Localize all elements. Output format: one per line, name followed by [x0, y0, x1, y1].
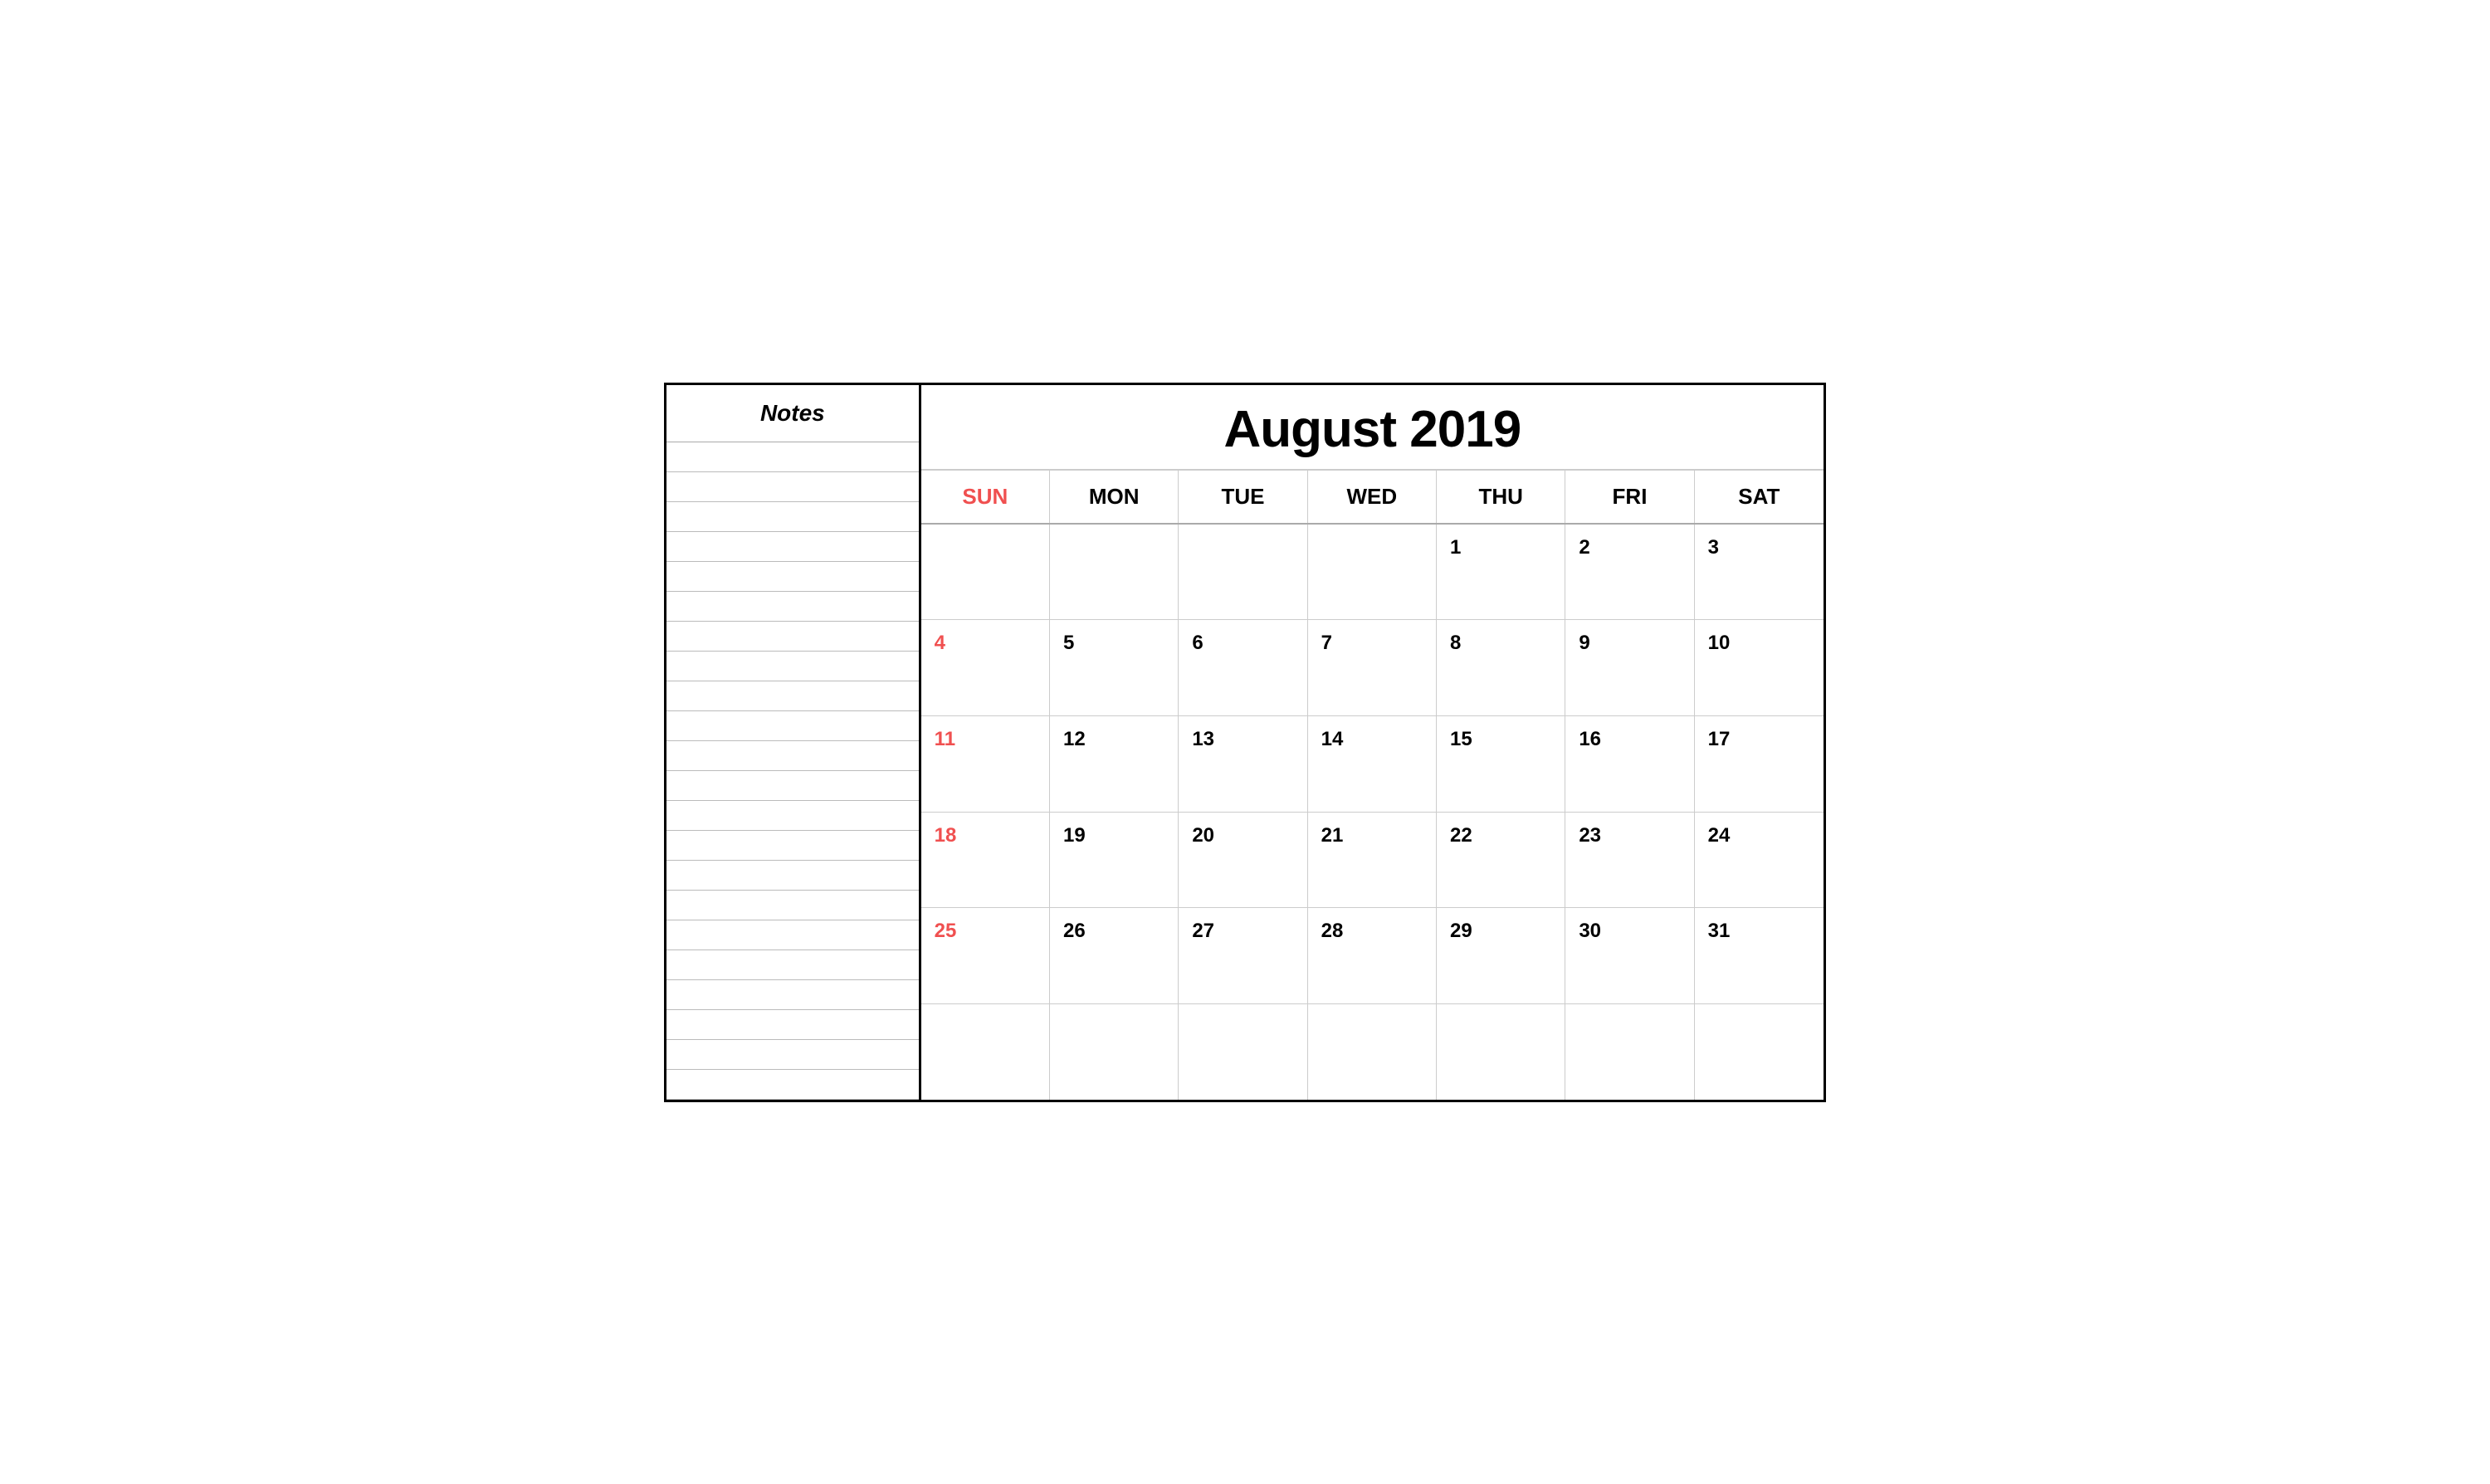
day-cell-15: 15: [1437, 716, 1565, 812]
day-cell-2: 2: [1565, 525, 1694, 620]
notes-line[interactable]: [666, 532, 919, 562]
day-cell-empty: [1308, 1004, 1437, 1100]
day-cell-25: 25: [921, 908, 1050, 1003]
day-cell-24: 24: [1695, 813, 1824, 908]
notes-section: Notes: [666, 385, 921, 1100]
day-cell-7: 7: [1308, 620, 1437, 715]
day-cell-empty: [1437, 1004, 1565, 1100]
day-header-mon: MON: [1050, 471, 1179, 523]
notes-line[interactable]: [666, 950, 919, 980]
day-cell-3: 3: [1695, 525, 1824, 620]
day-cell-31: 31: [1695, 908, 1824, 1003]
day-cell-13: 13: [1179, 716, 1307, 812]
day-cell-20: 20: [1179, 813, 1307, 908]
day-cell-5: 5: [1050, 620, 1179, 715]
notes-line[interactable]: [666, 1070, 919, 1100]
notes-line[interactable]: [666, 472, 919, 502]
notes-line[interactable]: [666, 771, 919, 801]
day-cell-empty: [1565, 1004, 1694, 1100]
calendar-section: August 2019 SUNMONTUEWEDTHUFRISAT 123456…: [921, 385, 1824, 1100]
day-header-thu: THU: [1437, 471, 1565, 523]
day-header-sat: SAT: [1695, 471, 1824, 523]
day-cell-11: 11: [921, 716, 1050, 812]
week-row-2: 11121314151617: [921, 716, 1824, 813]
day-cell-4: 4: [921, 620, 1050, 715]
notes-line[interactable]: [666, 1040, 919, 1070]
day-header-tue: TUE: [1179, 471, 1307, 523]
notes-line[interactable]: [666, 920, 919, 950]
day-cell-22: 22: [1437, 813, 1565, 908]
day-cell-empty: [1050, 1004, 1179, 1100]
day-cell-empty: [1308, 525, 1437, 620]
day-cell-empty: [1179, 1004, 1307, 1100]
notes-lines: [666, 442, 919, 1100]
notes-line[interactable]: [666, 831, 919, 861]
day-cell-19: 19: [1050, 813, 1179, 908]
week-row-5: [921, 1004, 1824, 1100]
notes-line[interactable]: [666, 622, 919, 652]
day-cell-14: 14: [1308, 716, 1437, 812]
day-cell-28: 28: [1308, 908, 1437, 1003]
calendar-title: August 2019: [921, 385, 1824, 471]
day-cell-23: 23: [1565, 813, 1694, 908]
day-cell-17: 17: [1695, 716, 1824, 812]
day-cell-9: 9: [1565, 620, 1694, 715]
day-headers-row: SUNMONTUEWEDTHUFRISAT: [921, 471, 1824, 525]
day-cell-26: 26: [1050, 908, 1179, 1003]
day-cell-18: 18: [921, 813, 1050, 908]
day-cell-27: 27: [1179, 908, 1307, 1003]
day-cell-16: 16: [1565, 716, 1694, 812]
notes-line[interactable]: [666, 741, 919, 771]
notes-line[interactable]: [666, 861, 919, 891]
day-header-wed: WED: [1308, 471, 1437, 523]
day-cell-29: 29: [1437, 908, 1565, 1003]
notes-line[interactable]: [666, 652, 919, 681]
day-cell-30: 30: [1565, 908, 1694, 1003]
day-cell-empty: [1695, 1004, 1824, 1100]
notes-line[interactable]: [666, 592, 919, 622]
day-cell-empty: [1050, 525, 1179, 620]
day-header-sun: SUN: [921, 471, 1050, 523]
week-row-0: 123: [921, 525, 1824, 621]
notes-line[interactable]: [666, 681, 919, 711]
notes-line[interactable]: [666, 980, 919, 1010]
notes-line[interactable]: [666, 711, 919, 741]
day-cell-empty: [921, 1004, 1050, 1100]
day-cell-empty: [1179, 525, 1307, 620]
week-row-1: 45678910: [921, 620, 1824, 716]
notes-header: Notes: [666, 385, 919, 442]
notes-line[interactable]: [666, 1010, 919, 1040]
day-cell-6: 6: [1179, 620, 1307, 715]
calendar-grid: SUNMONTUEWEDTHUFRISAT 123456789101112131…: [921, 471, 1824, 1100]
day-cell-12: 12: [1050, 716, 1179, 812]
calendar-page: Notes August 2019 SUNMONTUEWEDTHUFRISAT …: [664, 383, 1826, 1102]
day-cell-empty: [921, 525, 1050, 620]
day-cell-21: 21: [1308, 813, 1437, 908]
day-cell-8: 8: [1437, 620, 1565, 715]
day-cell-1: 1: [1437, 525, 1565, 620]
notes-line[interactable]: [666, 891, 919, 920]
notes-line[interactable]: [666, 562, 919, 592]
notes-line[interactable]: [666, 801, 919, 831]
weeks-container: 1234567891011121314151617181920212223242…: [921, 525, 1824, 1100]
day-cell-10: 10: [1695, 620, 1824, 715]
week-row-4: 25262728293031: [921, 908, 1824, 1004]
week-row-3: 18192021222324: [921, 813, 1824, 909]
notes-line[interactable]: [666, 442, 919, 472]
day-header-fri: FRI: [1565, 471, 1694, 523]
notes-line[interactable]: [666, 502, 919, 532]
